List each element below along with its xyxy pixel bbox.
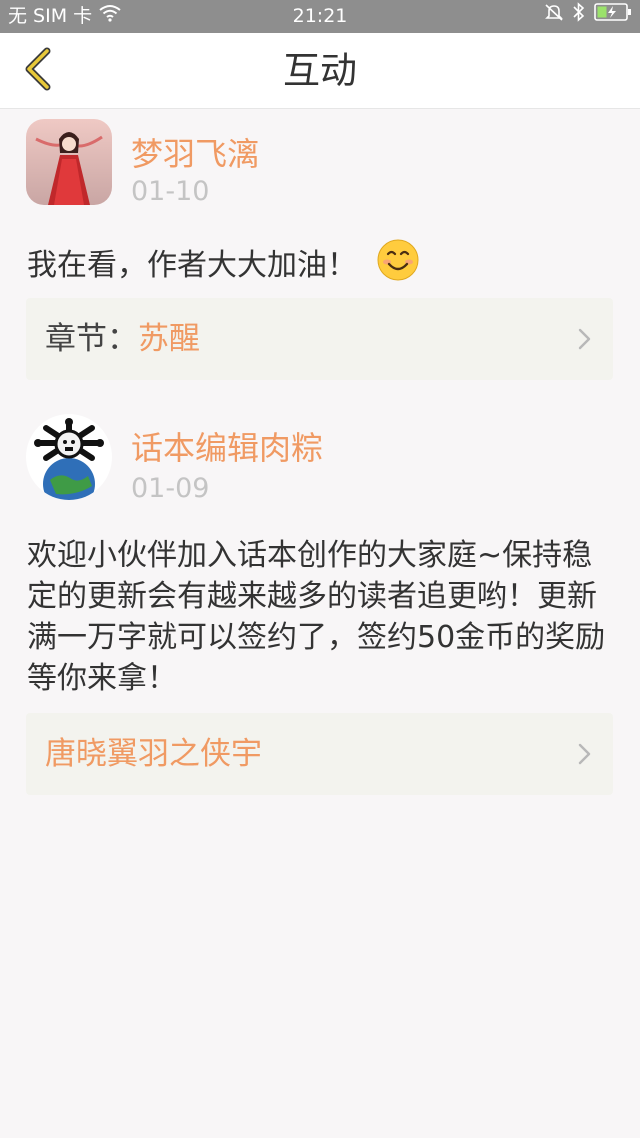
page-title: 互动 <box>283 49 357 92</box>
avatar[interactable] <box>26 414 112 500</box>
chapter-link-label: 章节：苏醒 <box>45 298 200 380</box>
book-title: 唐晓翼羽之侠宇 <box>45 736 262 772</box>
nav-bar: 互动 <box>0 33 640 109</box>
comment-text-body: 我在看，作者大大加油！ <box>27 248 357 283</box>
book-link-label: 唐晓翼羽之侠宇 <box>45 713 262 795</box>
comment-date: 01-09 <box>131 473 210 504</box>
comment-text: 我在看，作者大大加油！ <box>27 239 617 294</box>
status-right <box>544 0 632 33</box>
chapter-link-card[interactable]: 章节：苏醒 <box>26 298 613 380</box>
comment-date: 01-10 <box>131 176 210 207</box>
user-name[interactable]: 话本编辑肉粽 <box>131 423 323 469</box>
smile-emoji-icon <box>377 239 419 294</box>
bluetooth-icon <box>572 0 586 33</box>
user-name[interactable]: 梦羽飞漓 <box>131 129 259 175</box>
comment-item: 话本编辑肉粽 01-09 欢迎小伙伴加入话本创作的大家庭~保持稳定的更新会有越来… <box>0 399 640 799</box>
chapter-name: 苏醒 <box>138 321 200 357</box>
book-link-card[interactable]: 唐晓翼羽之侠宇 <box>26 713 613 795</box>
status-bar: 无 SIM 卡 21:21 <box>0 0 640 33</box>
battery-charging-icon <box>594 0 632 33</box>
chevron-right-icon <box>573 327 595 351</box>
avatar[interactable] <box>26 119 112 205</box>
chevron-right-icon <box>573 742 595 766</box>
mute-icon <box>544 0 564 33</box>
comment-item: 梦羽飞漓 01-10 我在看，作者大大加油！ 章节：苏醒 <box>0 109 640 399</box>
chapter-prefix: 章节： <box>45 321 138 357</box>
comment-text: 欢迎小伙伴加入话本创作的大家庭~保持稳定的更新会有越来越多的读者追更哟！更新满一… <box>27 538 606 696</box>
